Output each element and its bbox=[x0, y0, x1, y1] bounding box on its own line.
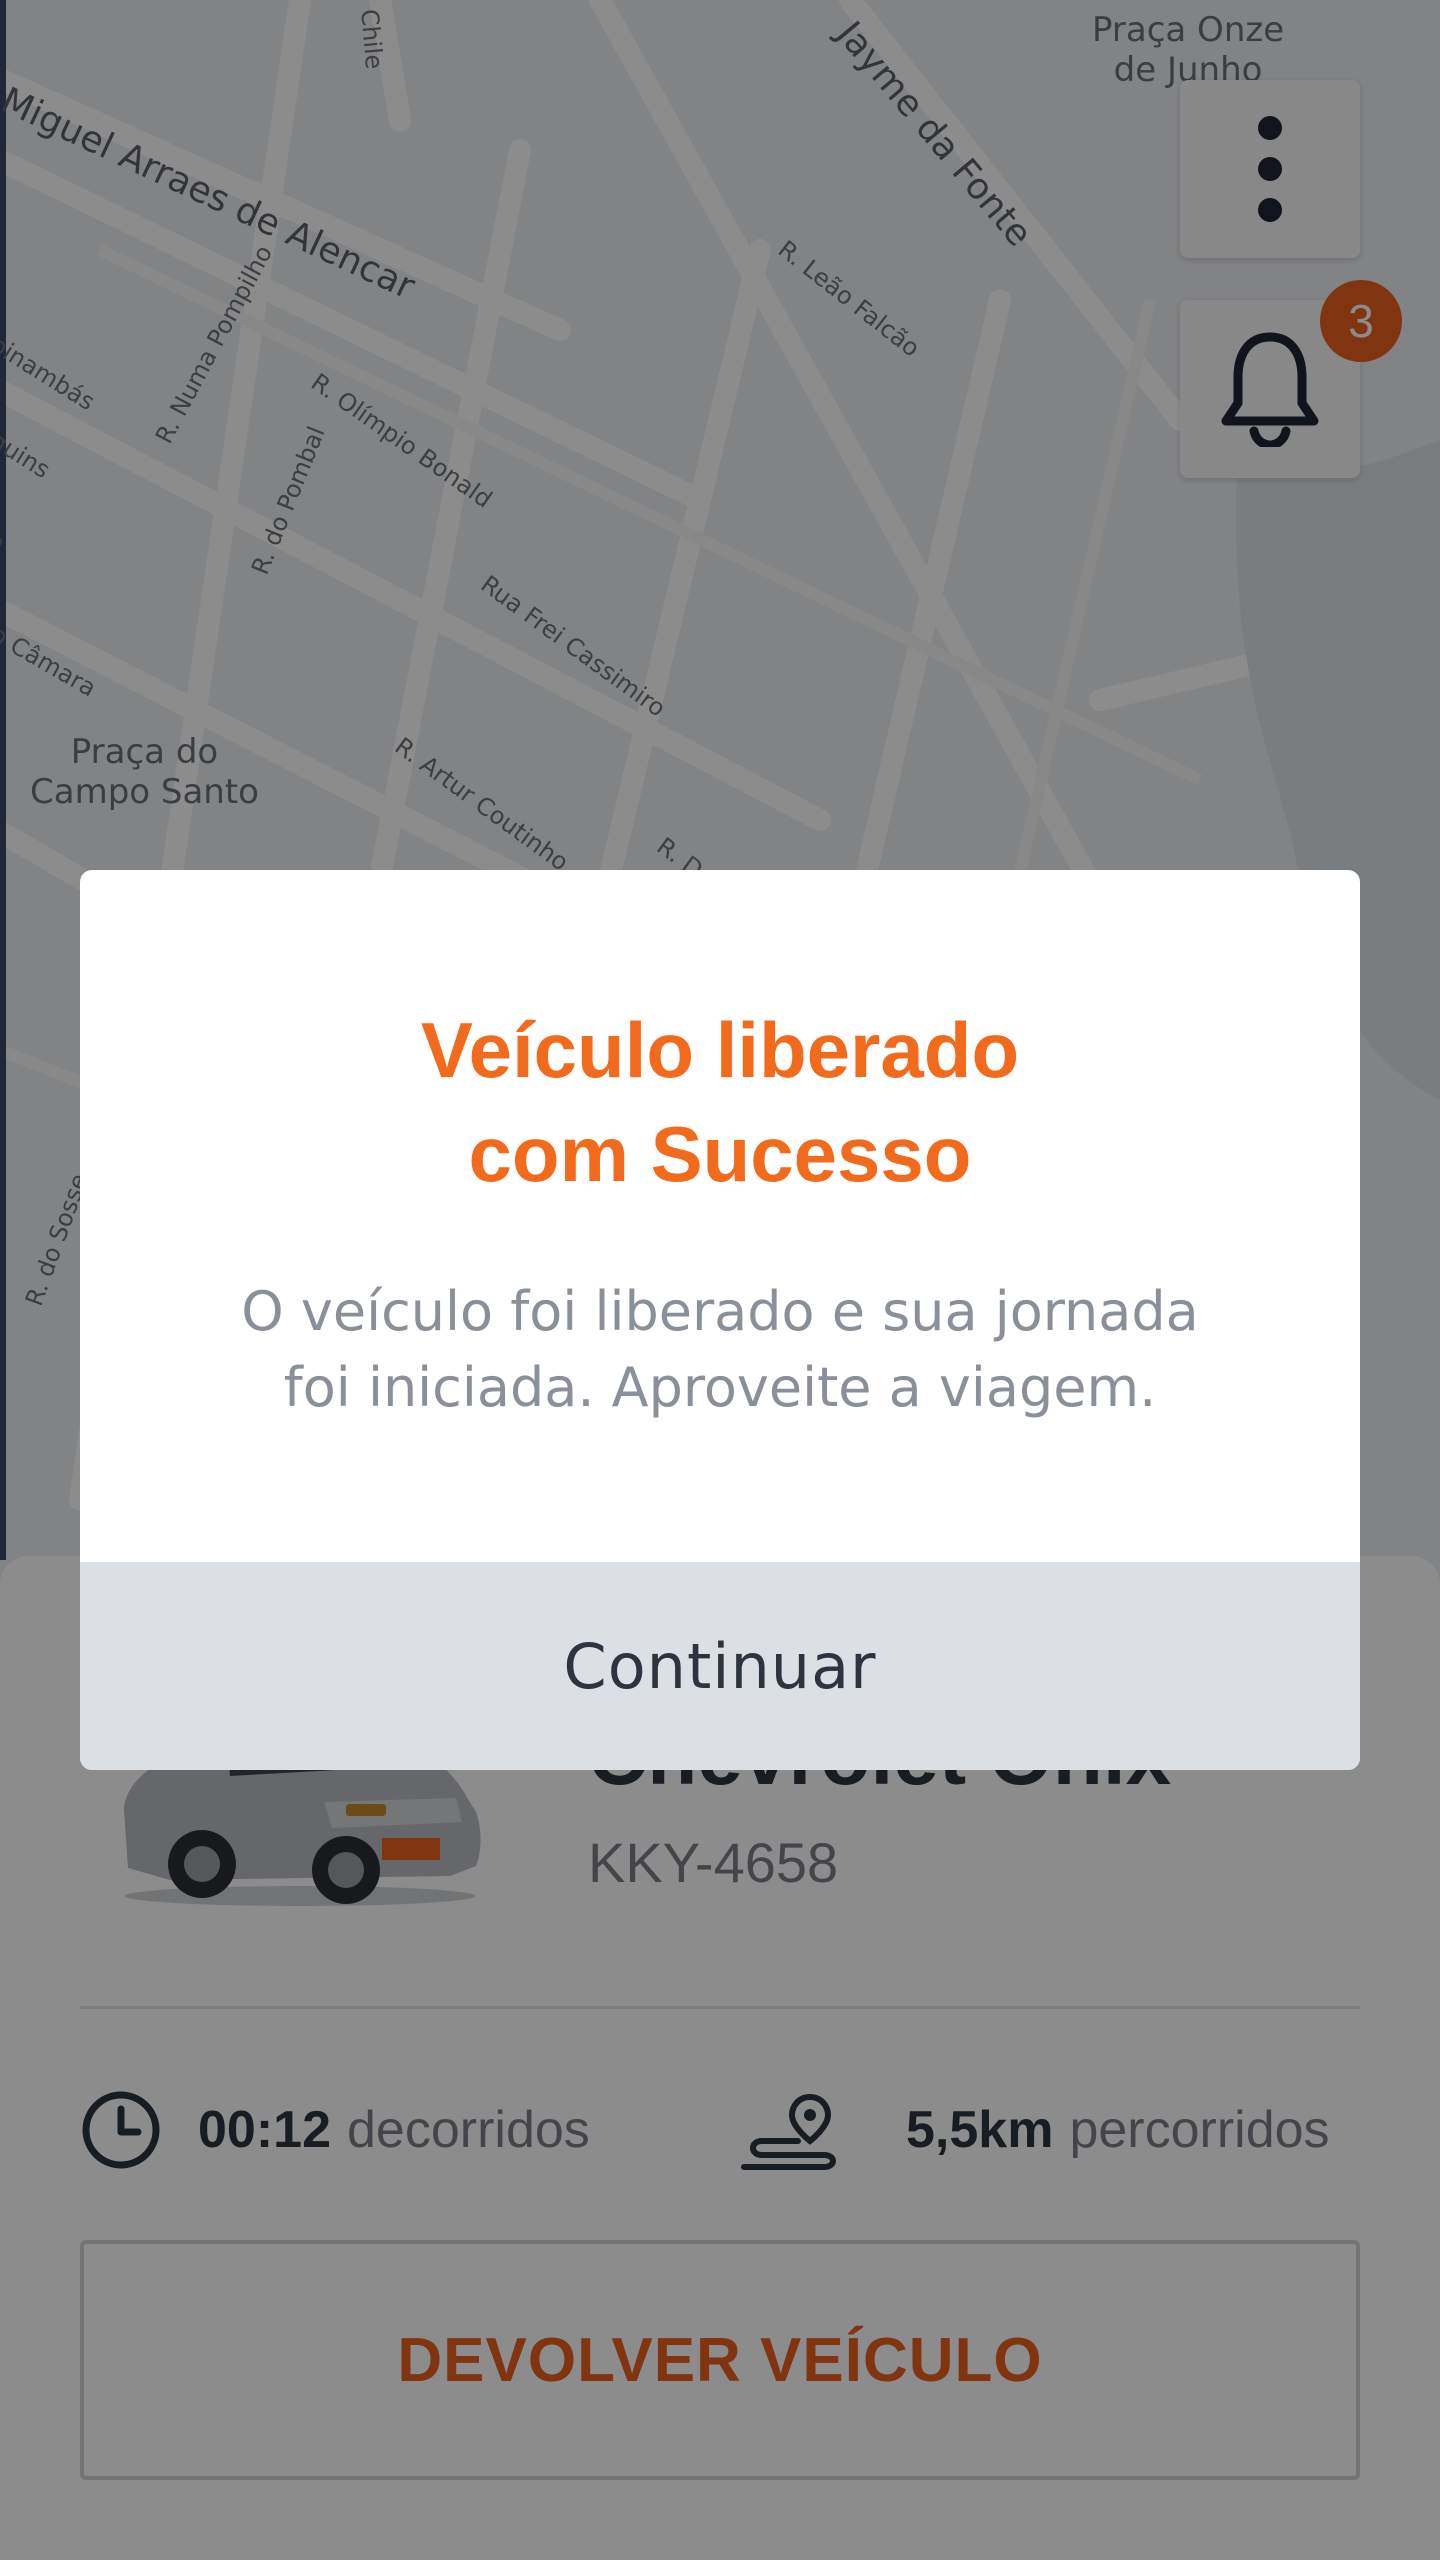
success-dialog: Veículo liberado com Sucesso O veículo f… bbox=[80, 870, 1360, 1770]
continue-button[interactable]: Continuar bbox=[80, 1562, 1360, 1770]
dialog-message: O veículo foi liberado e sua jornada foi… bbox=[241, 1280, 1199, 1419]
dialog-title: Veículo liberado com Sucesso bbox=[420, 1006, 1020, 1198]
